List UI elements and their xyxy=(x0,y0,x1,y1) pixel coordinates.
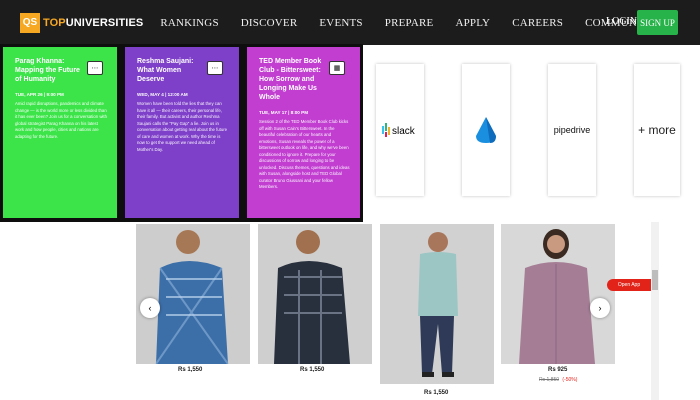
event-date: WED, MAY 4 | 12:00 AM xyxy=(137,92,188,97)
slack-logo-card[interactable]: slack xyxy=(376,64,424,196)
nav-link-prepare[interactable]: PREPARE xyxy=(385,17,434,29)
chevron-left-icon: ‹ xyxy=(148,303,152,313)
azure-icon xyxy=(476,117,496,143)
logo-text: TOPUNIVERSITIES xyxy=(43,16,144,29)
events-panel: Parag Khanna: Mapping the Future of Huma… xyxy=(0,44,363,222)
product-old-price-4: Rs 1,850 (-50%) xyxy=(539,377,577,383)
product-price-2: Rs 1,550 xyxy=(300,367,325,373)
carousel-scrollbar[interactable] xyxy=(651,222,659,400)
nav-links: RANKINGS DISCOVER EVENTS PREPARE APPLY C… xyxy=(160,17,678,29)
book-club-icon: ▦ xyxy=(329,61,345,75)
login-link[interactable]: LOGIN xyxy=(606,16,637,27)
nav-link-apply[interactable]: APPLY xyxy=(455,17,490,29)
mauve-shirt-image xyxy=(501,224,615,364)
pipedrive-logo-card[interactable]: pipedrive xyxy=(548,64,596,196)
scrollbar-thumb[interactable] xyxy=(652,270,658,290)
signup-button[interactable]: SIGN UP xyxy=(637,10,678,35)
event-title: TED Member Book Club - Bittersweet: How … xyxy=(259,58,322,101)
nav-link-events[interactable]: EVENTS xyxy=(319,17,362,29)
event-description: Women have been told the lies that they … xyxy=(137,101,228,152)
site-logo[interactable]: QS TOPUNIVERSITIES xyxy=(20,12,144,33)
event-date: TUE, MAY 17 | 8:00 PM xyxy=(259,110,309,115)
discount-badge: (-50%) xyxy=(562,377,578,383)
nav-link-careers[interactable]: CAREERS xyxy=(512,17,563,29)
product-price-3: Rs 1,550 xyxy=(424,390,449,396)
more-apps-card[interactable]: + more xyxy=(634,64,680,196)
more-label: + more xyxy=(638,123,676,137)
dark-check-shirt-image xyxy=(258,224,372,364)
product-price-4: Rs 925 xyxy=(548,367,568,373)
slack-icon: slack xyxy=(382,123,416,137)
product-image-4[interactable] xyxy=(501,224,615,364)
azure-logo-card[interactable] xyxy=(462,64,510,196)
chat-bubble-icon: ⋯ xyxy=(207,61,223,75)
event-date: TUE, APR 26 | 9:00 PM xyxy=(15,92,64,97)
event-card-parag-khanna[interactable]: Parag Khanna: Mapping the Future of Huma… xyxy=(3,47,117,218)
carousel-prev-button[interactable]: ‹ xyxy=(140,298,160,318)
event-description: Session 2 of the TED Member Book Club ki… xyxy=(259,119,350,189)
product-image-2[interactable] xyxy=(258,224,372,364)
carousel-next-button[interactable]: › xyxy=(590,298,610,318)
chevron-right-icon: › xyxy=(598,303,602,313)
event-title: Reshma Saujani: What Women Deserve xyxy=(137,58,194,83)
nav-link-discover[interactable]: DISCOVER xyxy=(241,17,298,29)
pipedrive-label: pipedrive xyxy=(553,125,591,135)
slack-label: slack xyxy=(392,126,416,137)
event-card-ted-book-club[interactable]: TED Member Book Club - Bittersweet: How … xyxy=(247,47,360,218)
blue-check-shirt-image xyxy=(136,224,250,364)
top-navbar: QS TOPUNIVERSITIES RANKINGS DISCOVER EVE… xyxy=(0,0,700,45)
chat-bubble-icon: ⋯ xyxy=(87,61,103,75)
event-title: Parag Khanna: Mapping the Future of Huma… xyxy=(15,58,80,83)
event-description: Amid rapid disruptions, pandemics and cl… xyxy=(15,101,107,139)
open-app-button[interactable]: Open App xyxy=(607,279,651,291)
old-price: Rs 1,850 xyxy=(539,377,560,383)
event-card-reshma-saujani[interactable]: Reshma Saujani: What Women Deserve WED, … xyxy=(125,47,239,218)
nav-link-rankings[interactable]: RANKINGS xyxy=(160,17,218,29)
product-price-1: Rs 1,550 xyxy=(178,367,203,373)
light-check-shirt-image xyxy=(380,224,494,384)
logo-mark: QS xyxy=(20,12,40,33)
product-image-3[interactable] xyxy=(380,224,494,384)
product-image-1[interactable] xyxy=(136,224,250,364)
